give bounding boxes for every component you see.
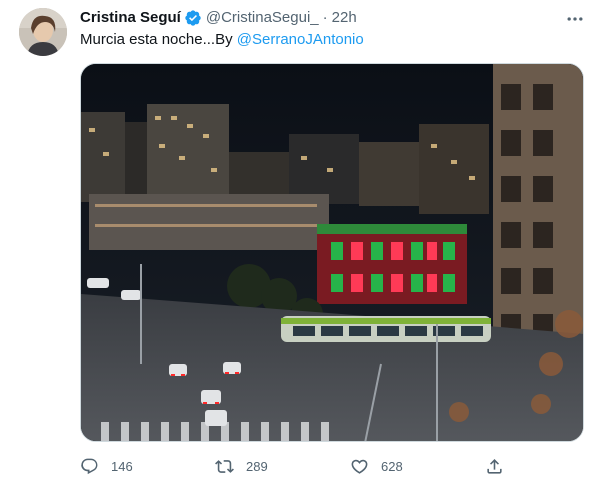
like-button[interactable]: 628 [350,454,403,478]
tweet-media[interactable] [80,63,584,442]
display-name[interactable]: Cristina Seguí [80,8,181,28]
retweet-count: 289 [246,458,268,474]
reply-icon [81,458,98,474]
tweet-header: Cristina Seguí @CristinaSegui_ · 22h [80,8,357,28]
tweet-text-body: Murcia esta noche...By [80,31,237,48]
share-icon [487,458,502,474]
like-count: 628 [381,458,403,474]
profile-photo-icon [19,8,67,56]
more-options-button[interactable] [562,6,588,32]
retweet-button[interactable]: 289 [215,454,268,478]
timestamp[interactable]: 22h [332,8,357,28]
tweet-text: Murcia esta noche...By @SerranoJAntonio [80,30,364,50]
share-button[interactable] [485,454,504,478]
tweet[interactable]: Cristina Seguí @CristinaSegui_ · 22h Mur… [0,0,596,482]
separator-dot: · [322,9,328,26]
reply-count: 146 [111,458,133,474]
retweet-icon [215,459,234,473]
avatar[interactable] [19,8,67,56]
user-handle[interactable]: @CristinaSegui_ [206,8,319,28]
tweet-actions: 146 289 628 [80,454,510,478]
mention-link[interactable]: @SerranoJAntonio [237,31,364,48]
reply-button[interactable]: 146 [80,454,133,478]
night-city-photo-icon [81,64,583,441]
verified-badge-icon [184,9,202,27]
more-horizontal-icon [567,17,583,21]
heart-icon [351,459,368,474]
